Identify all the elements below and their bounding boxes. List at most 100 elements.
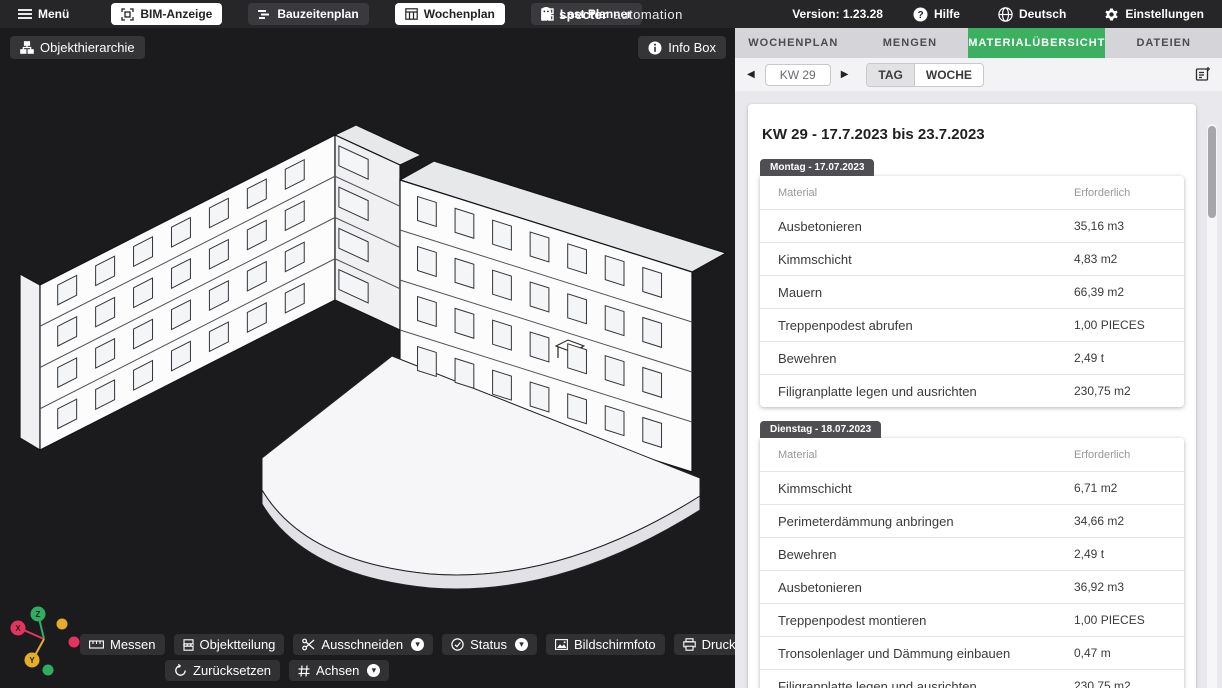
table-header-row: Material Erforderlich bbox=[760, 176, 1184, 209]
day-badge: Montag - 17.07.2023 bbox=[760, 159, 874, 176]
object-split-icon bbox=[183, 639, 194, 651]
status-check-icon bbox=[451, 638, 464, 651]
table-row[interactable]: Perimeterdämmung anbringen34,66 m2 bbox=[760, 504, 1184, 537]
svg-text:?: ? bbox=[917, 10, 923, 21]
day-section-tuesday: Dienstag - 18.07.2023 Material Erforderl… bbox=[760, 419, 1184, 688]
table-row[interactable]: Filigranplatte legen und ausrichten230,7… bbox=[760, 374, 1184, 407]
help-button[interactable]: ? Hilfe bbox=[905, 7, 968, 22]
tab-mengen[interactable]: MENGEN bbox=[852, 28, 969, 58]
material-name: Perimeterdämmung anbringen bbox=[778, 514, 1074, 529]
week-heading: KW 29 - 17.7.2023 bis 23.7.2023 bbox=[762, 126, 1182, 143]
achsen-button[interactable]: Achsen ▾ bbox=[289, 660, 389, 681]
bildschirmfoto-button[interactable]: Bildschirmfoto bbox=[546, 634, 665, 655]
info-box-button[interactable]: Info Box bbox=[638, 36, 726, 59]
table-row[interactable]: Kimmschicht6,71 m2 bbox=[760, 471, 1184, 504]
day-week-toggle: TAG WOCHE bbox=[866, 63, 983, 87]
table-row[interactable]: Kimmschicht4,83 m2 bbox=[760, 242, 1184, 275]
gizmo-x-label: X bbox=[15, 624, 21, 633]
messen-button[interactable]: Messen bbox=[80, 634, 165, 655]
ruler-icon bbox=[89, 640, 104, 649]
main-menu-button[interactable]: Menü bbox=[10, 7, 77, 21]
table-row[interactable]: Ausbetonieren36,92 m3 bbox=[760, 570, 1184, 603]
toggle-woche[interactable]: WOCHE bbox=[915, 64, 983, 86]
tool-label: Druckvorschau bbox=[702, 637, 735, 652]
table-row[interactable]: Treppenpodest abrufen1,00 PIECES bbox=[760, 308, 1184, 341]
building-3d-model[interactable] bbox=[0, 28, 735, 688]
tool-label: Messen bbox=[110, 637, 156, 652]
gizmo-dot-yellow[interactable] bbox=[57, 619, 68, 630]
main-menu-label: Menü bbox=[38, 7, 69, 21]
help-label: Hilfe bbox=[934, 7, 960, 21]
status-button[interactable]: Status ▾ bbox=[442, 634, 537, 655]
object-hierarchy-button[interactable]: Objekthierarchie bbox=[10, 36, 145, 59]
nav-wochenplan[interactable]: Wochenplan bbox=[395, 3, 505, 25]
nav-bauzeitenplan[interactable]: Bauzeitenplan bbox=[248, 3, 368, 25]
required-amount: 34,66 m2 bbox=[1074, 514, 1166, 528]
column-header-material: Material bbox=[778, 187, 1074, 199]
toggle-tag[interactable]: TAG bbox=[867, 64, 914, 86]
brand-name-light: automation bbox=[614, 7, 683, 22]
gizmo-dot-red[interactable] bbox=[69, 637, 80, 648]
tab-dateien[interactable]: DATEIEN bbox=[1105, 28, 1222, 58]
required-amount: 66,39 m2 bbox=[1074, 285, 1166, 299]
status-dropdown-icon[interactable]: ▾ bbox=[515, 638, 528, 651]
nav-label: Wochenplan bbox=[424, 7, 495, 21]
orientation-gizmo[interactable]: Z X Y bbox=[2, 602, 87, 682]
week-selector[interactable]: KW 29 bbox=[765, 64, 831, 86]
viewport-toolbar-row2: Zurücksetzen Achsen ▾ bbox=[165, 660, 389, 681]
tab-wochenplan[interactable]: WOCHENPLAN bbox=[735, 28, 852, 58]
achsen-dropdown-icon[interactable]: ▾ bbox=[367, 664, 380, 677]
week-card: KW 29 - 17.7.2023 bis 23.7.2023 Montag -… bbox=[748, 104, 1196, 688]
material-name: Mauern bbox=[778, 285, 1074, 300]
material-table: Material Erforderlich Kimmschicht6,71 m2… bbox=[760, 438, 1184, 688]
ausschneiden-dropdown-icon[interactable]: ▾ bbox=[411, 638, 424, 651]
tool-label: Bildschirmfoto bbox=[574, 637, 656, 652]
nav-bim-anzeige[interactable]: BIM-Anzeige bbox=[111, 3, 222, 25]
settings-button[interactable]: Einstellungen bbox=[1096, 7, 1212, 22]
tool-label: Ausschneiden bbox=[321, 637, 403, 652]
required-amount: 1,00 PIECES bbox=[1074, 613, 1166, 627]
material-name: Kimmschicht bbox=[778, 481, 1074, 496]
table-row[interactable]: Ausbetonieren35,16 m3 bbox=[760, 209, 1184, 242]
objektteilung-button[interactable]: Objektteilung bbox=[174, 634, 285, 655]
panel-scrollbar[interactable] bbox=[1207, 124, 1217, 688]
material-overview-content: KW 29 - 17.7.2023 bis 23.7.2023 Montag -… bbox=[735, 91, 1222, 688]
right-side-panel: WOCHENPLAN MENGEN MATERIALÜBERSICHT DATE… bbox=[735, 28, 1222, 688]
gizmo-dot-green[interactable] bbox=[43, 665, 54, 676]
required-amount: 230,75 m2 bbox=[1074, 384, 1166, 398]
bim-3d-viewport[interactable]: Objekthierarchie Info Box bbox=[0, 28, 735, 688]
table-row[interactable]: Bewehren2,49 t bbox=[760, 341, 1184, 374]
material-name: Kimmschicht bbox=[778, 252, 1074, 267]
tool-label: Status bbox=[470, 637, 507, 652]
hierarchy-icon bbox=[20, 41, 34, 54]
material-table: Material Erforderlich Ausbetonieren35,16… bbox=[760, 176, 1184, 407]
previous-week-button[interactable]: ◀ bbox=[745, 67, 757, 82]
table-row[interactable]: Tronsolenlager und Dämmung einbauen0,47 … bbox=[760, 636, 1184, 669]
table-row[interactable]: Mauern66,39 m2 bbox=[760, 275, 1184, 308]
column-header-required: Erforderlich bbox=[1074, 187, 1166, 199]
zuruecksetzen-button[interactable]: Zurücksetzen bbox=[165, 660, 280, 681]
table-row[interactable]: Bewehren2,49 t bbox=[760, 537, 1184, 570]
scrollbar-thumb[interactable] bbox=[1208, 126, 1216, 218]
material-name: Treppenpodest montieren bbox=[778, 613, 1074, 628]
hamburger-icon bbox=[18, 8, 32, 20]
info-icon bbox=[648, 41, 662, 55]
language-button[interactable]: Deutsch bbox=[990, 7, 1074, 22]
brand-name-bold: specter bbox=[559, 7, 607, 22]
nav-label: Bauzeitenplan bbox=[277, 7, 358, 21]
table-row[interactable]: Filigranplatte legen und ausrichten230,7… bbox=[760, 669, 1184, 688]
next-week-button[interactable]: ▶ bbox=[839, 67, 851, 82]
table-row[interactable]: Treppenpodest montieren1,00 PIECES bbox=[760, 603, 1184, 636]
scissors-icon bbox=[302, 638, 315, 651]
screenshot-icon bbox=[555, 639, 568, 650]
druckvorschau-button[interactable]: Druckvorschau ▾ bbox=[674, 634, 735, 655]
required-amount: 0,47 m bbox=[1074, 646, 1166, 660]
tab-label: DATEIEN bbox=[1136, 37, 1190, 49]
column-header-material: Material bbox=[778, 449, 1074, 461]
tab-materialuebersicht[interactable]: MATERIALÜBERSICHT bbox=[968, 28, 1105, 58]
required-amount: 36,92 m3 bbox=[1074, 580, 1166, 594]
gantt-icon bbox=[258, 9, 271, 20]
tab-label: MATERIALÜBERSICHT bbox=[968, 37, 1105, 49]
add-note-button[interactable] bbox=[1195, 66, 1212, 83]
ausschneiden-button[interactable]: Ausschneiden ▾ bbox=[293, 634, 433, 655]
